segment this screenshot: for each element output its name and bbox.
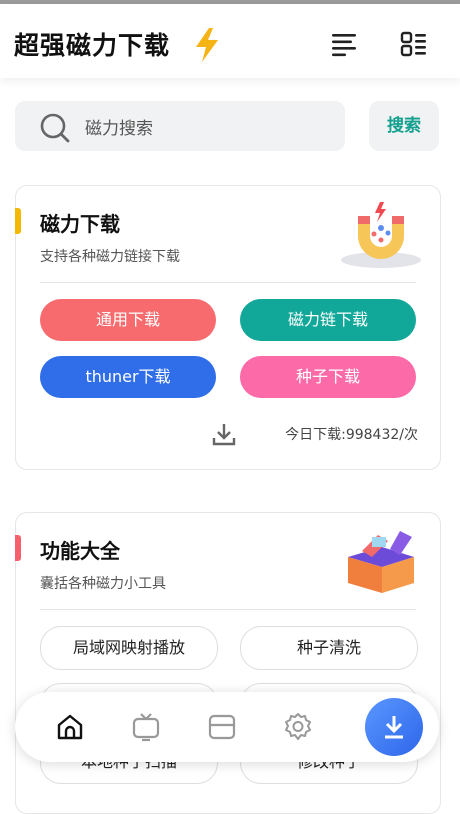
today-download-count: 今日下载:998432/次 [285,427,418,443]
download-icon [212,424,236,446]
thuner-download-button[interactable]: thuner下载 [40,356,216,398]
menu-icon[interactable] [330,30,358,58]
search-button[interactable]: 搜索 [369,101,439,151]
download-fab-button[interactable] [365,698,423,756]
general-download-button[interactable]: 通用下载 [40,299,216,341]
card-divider [40,282,416,283]
toolbox-illustration-icon [348,531,414,593]
card-title: 功能大全 [40,539,120,563]
tools-card: 功能大全 囊括各种磁力小工具 局域网映射播放 种子清洗 本地种子扫描 修改种子 [15,512,441,814]
search-icon [40,113,70,143]
bottom-navigation [15,692,439,762]
magnet-download-card: 磁力下载 支持各种磁力链接下载 通用下载 磁力链下载 thuner下载 种子下载… [15,185,441,470]
magnet-link-download-button[interactable]: 磁力链下载 [240,299,416,341]
lightning-icon [196,28,218,62]
torrent-clean-button[interactable]: 种子清洗 [240,626,418,670]
card-title: 磁力下载 [40,212,120,236]
download-icon [385,716,403,739]
search-placeholder: 磁力搜索 [85,119,153,139]
search-input[interactable]: 磁力搜索 [15,101,345,151]
tv-icon[interactable] [131,712,161,742]
card-subtitle: 囊括各种磁力小工具 [40,576,166,592]
category-list-icon[interactable] [400,30,428,58]
settings-icon[interactable] [283,712,313,742]
torrent-download-button[interactable]: 种子下载 [240,356,416,398]
app-header: 超强磁力下载 [0,4,460,78]
home-icon[interactable] [55,712,85,742]
card-accent-bar [15,535,21,561]
card-divider [40,609,416,610]
card-accent-bar [15,208,21,234]
card-subtitle: 支持各种磁力链接下载 [40,249,180,265]
layout-icon[interactable] [207,712,237,742]
app-title: 超强磁力下载 [14,31,171,60]
magnet-illustration-icon [341,202,421,268]
lan-mapping-playback-button[interactable]: 局域网映射播放 [40,626,218,670]
